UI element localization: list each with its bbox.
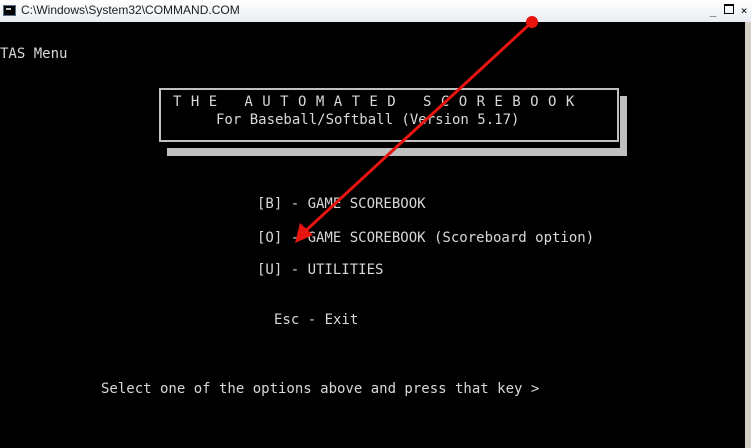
minimize-button[interactable]: _ <box>705 4 721 18</box>
window-title: C:\Windows\System32\COMMAND.COM <box>21 3 240 17</box>
minimize-icon: _ <box>709 4 717 17</box>
banner-shadow-right <box>620 96 627 156</box>
maximize-icon <box>724 4 734 14</box>
title-bar[interactable]: C:\Windows\System32\COMMAND.COM _ × <box>0 0 751 23</box>
maximize-button[interactable] <box>721 4 737 18</box>
exit-option[interactable]: Esc - Exit <box>274 312 358 328</box>
option-o-scoreboard[interactable]: [O] - GAME SCOREBOOK (Scoreboard option) <box>257 230 594 246</box>
close-icon: × <box>740 4 748 17</box>
banner-subtitle: For Baseball/Softball (Version 5.17) <box>216 112 520 128</box>
console-app-icon <box>3 5 16 16</box>
menu-heading: TAS Menu <box>0 46 68 62</box>
close-button[interactable]: × <box>737 4 751 18</box>
input-prompt: Select one of the options above and pres… <box>101 381 540 397</box>
option-u-utilities[interactable]: [U] - UTILITIES <box>257 262 383 278</box>
banner-title: T H E A U T O M A T E D S C O R E B O O … <box>173 94 575 110</box>
option-b-scorebook[interactable]: [B] - GAME SCOREBOOK <box>257 196 426 212</box>
banner-shadow-bottom <box>167 148 627 156</box>
command-window: C:\Windows\System32\COMMAND.COM _ × TAS … <box>0 0 751 448</box>
window-right-edge <box>745 22 751 448</box>
